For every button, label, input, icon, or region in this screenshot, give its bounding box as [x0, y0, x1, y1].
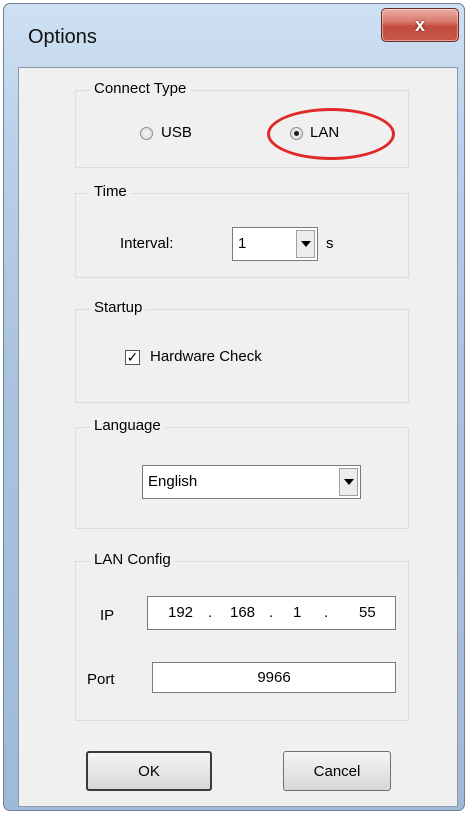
language-legend: Language	[90, 416, 165, 436]
cancel-button[interactable]: Cancel	[283, 751, 391, 791]
ip-label: IP	[100, 607, 115, 624]
hardware-check-checkbox[interactable]: ✓	[125, 350, 140, 365]
chevron-down-icon	[300, 241, 311, 247]
interval-unit: s	[326, 235, 334, 252]
lan-config-group: LAN Config IP 192 . 168 . 1 . 55 Port 99…	[75, 550, 409, 721]
ip-separator: .	[208, 604, 213, 621]
ok-button[interactable]: OK	[86, 751, 212, 791]
startup-legend: Startup	[90, 298, 147, 318]
options-dialog: Options x Connect Type USB LAN Time Inte…	[3, 3, 465, 811]
chevron-down-icon	[343, 479, 354, 485]
startup-group: Startup ✓ Hardware Check	[75, 298, 409, 403]
port-input[interactable]: 9966	[152, 662, 396, 693]
ip-address-field[interactable]: 192 . 168 . 1 . 55	[147, 596, 396, 630]
close-icon: x	[414, 15, 425, 35]
checkmark-icon: ✓	[126, 349, 139, 365]
language-group: Language English	[75, 416, 409, 529]
language-value: English	[148, 473, 198, 490]
ip-octet-4[interactable]: 55	[359, 603, 376, 623]
close-button[interactable]: x	[381, 8, 459, 42]
port-value: 9966	[257, 669, 291, 686]
interval-dropdown-button[interactable]	[296, 230, 315, 258]
lan-config-legend: LAN Config	[90, 550, 175, 570]
ip-separator: .	[324, 604, 329, 621]
usb-radio-label[interactable]: USB	[161, 123, 192, 143]
window-title: Options	[28, 26, 97, 48]
language-select[interactable]: English	[142, 465, 361, 499]
port-label: Port	[87, 671, 115, 688]
connect-type-legend: Connect Type	[90, 79, 191, 99]
interval-value: 1	[238, 235, 247, 252]
ip-octet-1[interactable]: 192	[168, 603, 193, 623]
interval-label: Interval:	[120, 235, 174, 252]
hardware-check-label[interactable]: Hardware Check	[150, 347, 262, 367]
ip-octet-2[interactable]: 168	[230, 603, 255, 623]
lan-highlight-circle	[267, 108, 395, 160]
ip-separator: .	[269, 604, 274, 621]
interval-select[interactable]: 1	[232, 227, 318, 261]
language-dropdown-button[interactable]	[339, 468, 358, 496]
usb-radio[interactable]	[140, 127, 153, 140]
time-legend: Time	[90, 182, 131, 202]
time-group: Time Interval: 1 s	[75, 182, 409, 278]
ip-octet-3[interactable]: 1	[293, 603, 301, 623]
dialog-client-area: Connect Type USB LAN Time Interval: 1 s …	[18, 67, 458, 807]
